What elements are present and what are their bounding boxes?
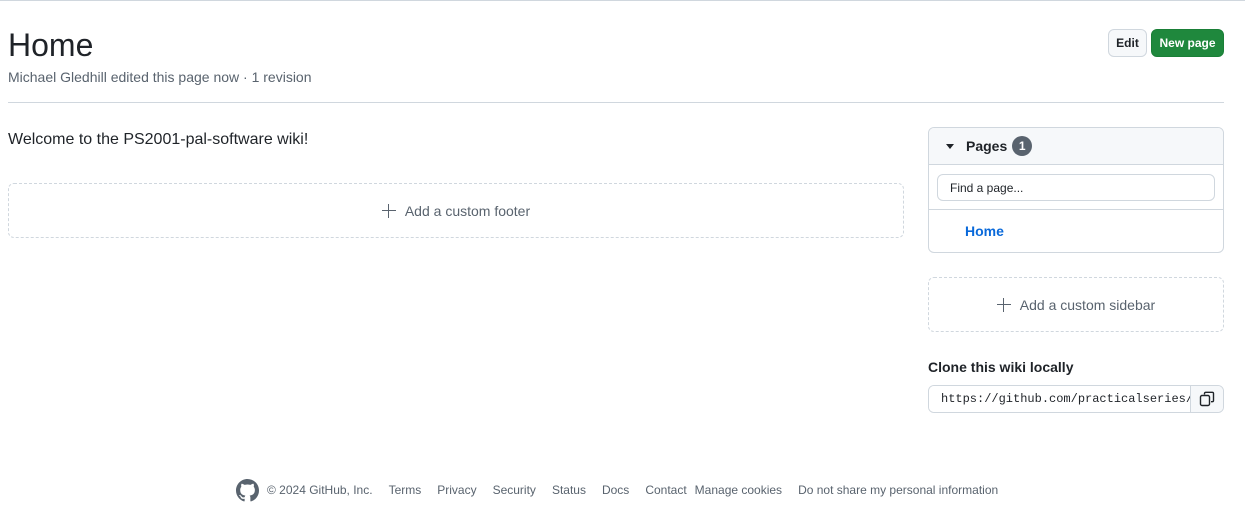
page-edit-meta: Michael Gledhill edited this page now · … bbox=[8, 69, 312, 85]
footer-link-status[interactable]: Status bbox=[552, 483, 586, 497]
footer-link-security[interactable]: Security bbox=[493, 483, 536, 497]
clone-wiki-title: Clone this wiki locally bbox=[928, 359, 1074, 375]
new-page-button[interactable]: New page bbox=[1151, 29, 1224, 57]
footer-link-manage-cookies[interactable]: Manage cookies bbox=[695, 483, 782, 497]
wiki-body-text: Welcome to the PS2001-pal-software wiki! bbox=[8, 131, 309, 148]
footer-link-privacy[interactable]: Privacy bbox=[437, 483, 476, 497]
plus-icon bbox=[381, 203, 396, 218]
add-custom-footer-label: Add a custom footer bbox=[404, 202, 531, 219]
footer-link-docs[interactable]: Docs bbox=[602, 483, 629, 497]
edit-button[interactable]: Edit bbox=[1108, 29, 1147, 57]
copy-icon bbox=[1199, 391, 1215, 407]
github-mark-icon[interactable] bbox=[236, 478, 259, 502]
header-divider bbox=[8, 102, 1224, 103]
copy-url-button[interactable] bbox=[1190, 386, 1223, 412]
plus-icon bbox=[996, 297, 1011, 312]
pages-count-badge: 1 bbox=[1012, 136, 1033, 156]
triangle-down-icon bbox=[946, 143, 954, 149]
pages-panel: Pages 1 Home bbox=[928, 127, 1224, 253]
top-divider bbox=[0, 0, 1245, 1]
pages-list-divider bbox=[929, 209, 1223, 210]
site-footer: © 2024 GitHub, Inc. Terms Privacy Securi… bbox=[236, 478, 998, 502]
find-page-input[interactable] bbox=[937, 174, 1215, 201]
add-custom-sidebar-label: Add a custom sidebar bbox=[1019, 296, 1156, 313]
pages-label: Pages bbox=[966, 138, 1008, 154]
footer-copyright: © 2024 GitHub, Inc. bbox=[267, 483, 373, 497]
footer-link-contact[interactable]: Contact bbox=[645, 483, 686, 497]
clone-url-input[interactable] bbox=[929, 386, 1190, 412]
page-title: Home bbox=[8, 27, 94, 63]
pages-toggle[interactable]: Pages 1 bbox=[929, 128, 1223, 165]
footer-link-do-not-share[interactable]: Do not share my personal information bbox=[798, 483, 998, 497]
page-link-home[interactable]: Home bbox=[965, 223, 1004, 239]
add-custom-sidebar-button[interactable]: Add a custom sidebar bbox=[928, 277, 1224, 332]
add-custom-footer-button[interactable]: Add a custom footer bbox=[8, 183, 904, 238]
clone-url-group bbox=[928, 385, 1224, 413]
footer-link-terms[interactable]: Terms bbox=[389, 483, 422, 497]
